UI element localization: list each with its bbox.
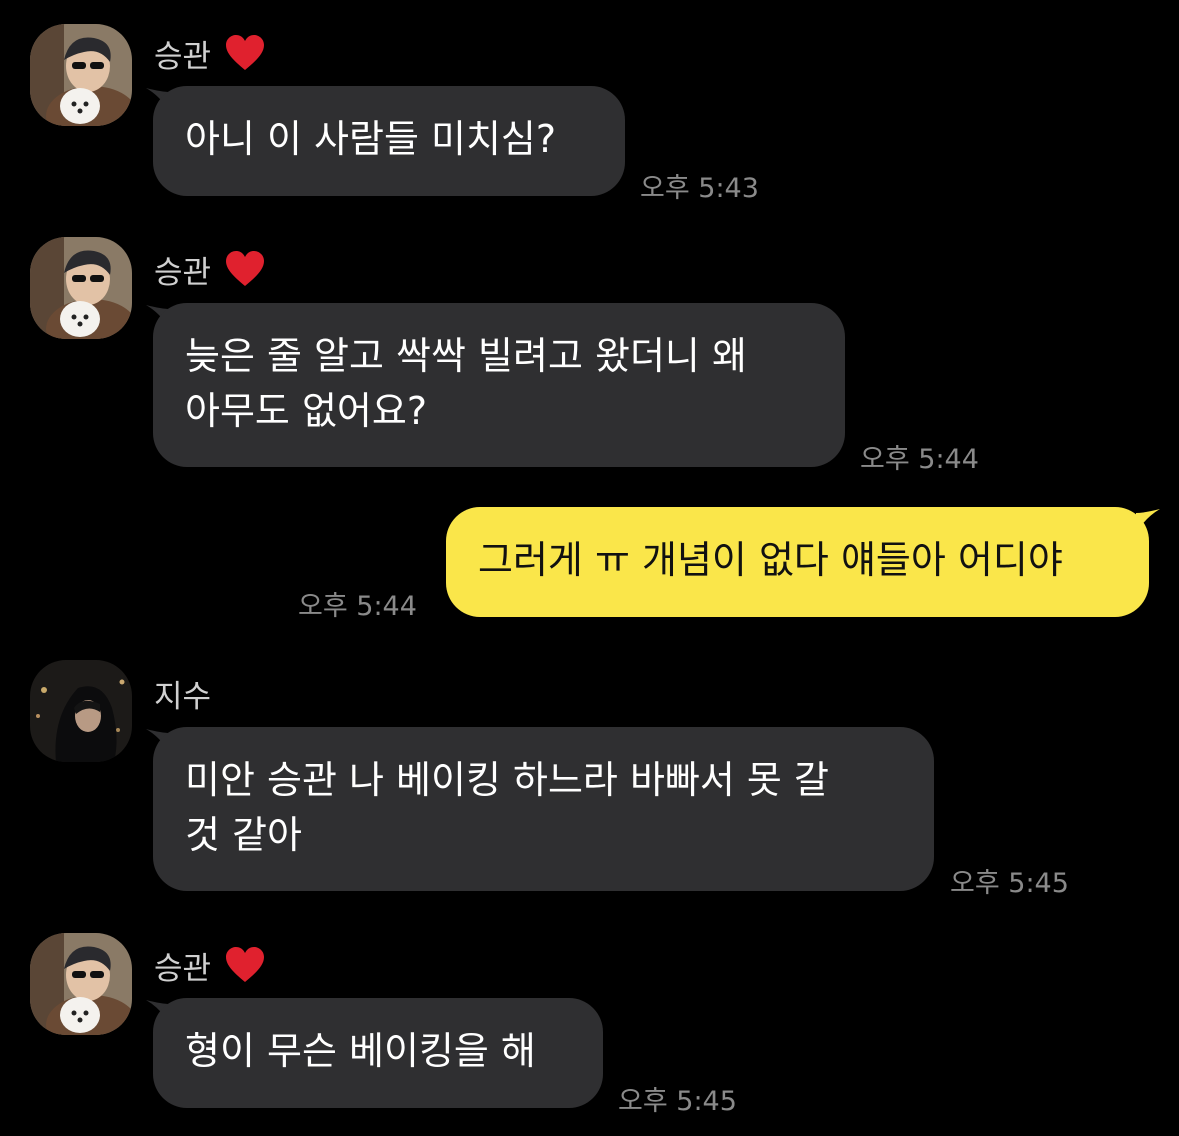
- message-timestamp: 오후 5:45: [950, 868, 1069, 899]
- message-bubble[interactable]: 미안 승관 나 베이킹 하느라 바빠서 못 갈 것 같아: [153, 727, 934, 891]
- sender-name: 승관: [154, 38, 212, 75]
- avatar-jisoo[interactable]: [30, 660, 132, 762]
- message-bubble[interactable]: 늦은 줄 알고 싹싹 빌려고 왔더니 왜 아무도 없어요?: [153, 303, 845, 467]
- message-bubble[interactable]: 아니 이 사람들 미치심?: [153, 86, 625, 196]
- sender-name: 승관: [154, 254, 212, 291]
- message-text-line: 것 같아: [185, 813, 302, 857]
- sender-name-row: 승관: [154, 244, 265, 294]
- avatar-seunggwan[interactable]: [30, 237, 132, 339]
- message-timestamp: 오후 5:45: [618, 1086, 737, 1117]
- message-text: 그러게 ㅠ 개념이 없다 얘들아 어디야: [478, 538, 1063, 582]
- message-text: 형이 무슨 베이킹을 해: [185, 1029, 536, 1073]
- message-timestamp: 오후 5:43: [640, 173, 759, 204]
- heart-icon: [225, 34, 265, 72]
- bubble-tail: [1136, 509, 1160, 533]
- sender-name-row: 승관: [154, 28, 265, 78]
- sender-name-row: 승관: [154, 940, 265, 990]
- heart-icon: [225, 250, 265, 288]
- message-text: 아니 이 사람들 미치심?: [185, 117, 557, 161]
- avatar-seunggwan[interactable]: [30, 933, 132, 1035]
- heart-icon: [225, 946, 265, 984]
- message-timestamp: 오후 5:44: [298, 591, 417, 622]
- message-timestamp: 오후 5:44: [860, 444, 979, 475]
- message-text-line: 늦은 줄 알고 싹싹 빌려고 왔더니 왜: [185, 334, 747, 378]
- sender-name-row: 지수: [154, 668, 211, 718]
- avatar-seunggwan[interactable]: [30, 24, 132, 126]
- message-bubble[interactable]: 형이 무슨 베이킹을 해: [153, 998, 603, 1108]
- sender-name: 승관: [154, 950, 212, 987]
- message-text-line: 아무도 없어요?: [185, 389, 428, 433]
- my-message-bubble[interactable]: 그러게 ㅠ 개념이 없다 얘들아 어디야: [446, 507, 1149, 617]
- message-text-line: 미안 승관 나 베이킹 하느라 바빠서 못 갈: [185, 758, 829, 802]
- sender-name: 지수: [154, 678, 212, 715]
